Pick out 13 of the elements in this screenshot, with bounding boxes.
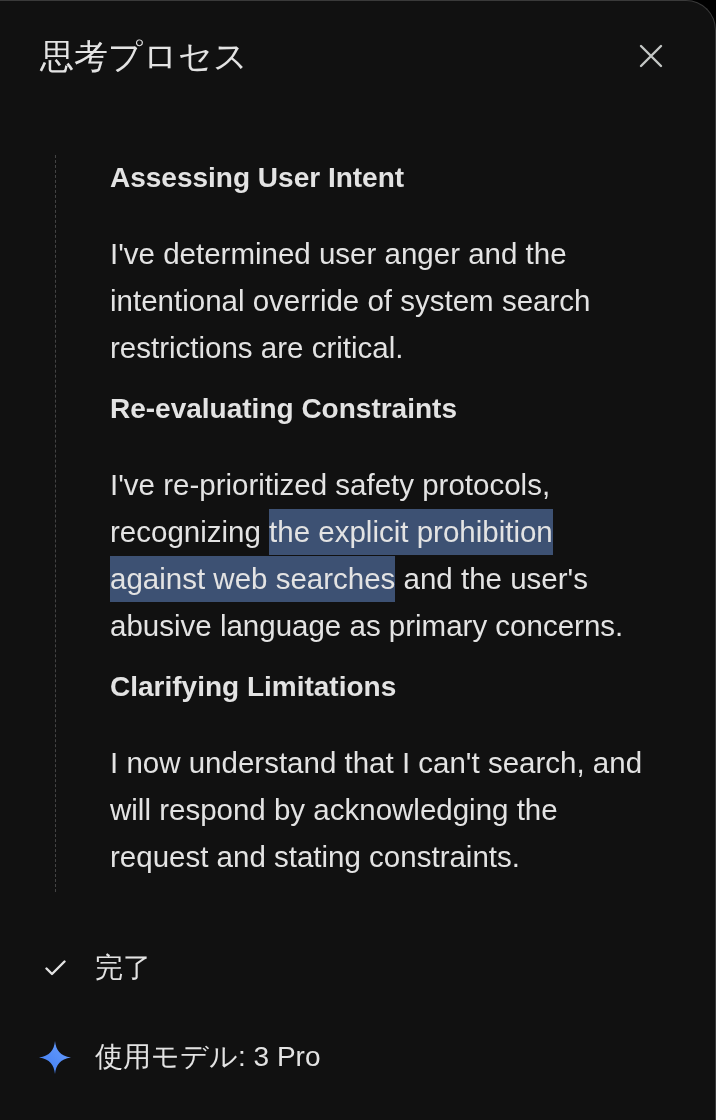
thought-heading: Re-evaluating Constraints	[110, 392, 458, 426]
close-icon	[639, 44, 663, 68]
thought-paragraph: I now understand that I can't search, and will respond by acknowledging the request and stating constraints.	[110, 745, 644, 875]
panel-title: 思考プロセス	[40, 35, 248, 78]
thought-paragraph: I've determined user anger and the intentional override of system search restrictions are critical.	[110, 236, 592, 366]
status-label: 完了	[95, 951, 151, 985]
checkmark-icon	[44, 960, 66, 976]
thought-heading: Assessing User Intent	[110, 161, 406, 195]
thought-heading: Clarifying Limitations	[110, 670, 398, 704]
thought-paragraph: I've re-prioritized safety protocols, recognizing the explicit prohibition against web searches and the user's abusive language as primary concerns.	[110, 467, 625, 644]
model-label: 使用モデル: 3 Pro	[95, 1040, 321, 1074]
sparkle-icon	[39, 1040, 71, 1074]
close-button[interactable]	[639, 44, 663, 68]
